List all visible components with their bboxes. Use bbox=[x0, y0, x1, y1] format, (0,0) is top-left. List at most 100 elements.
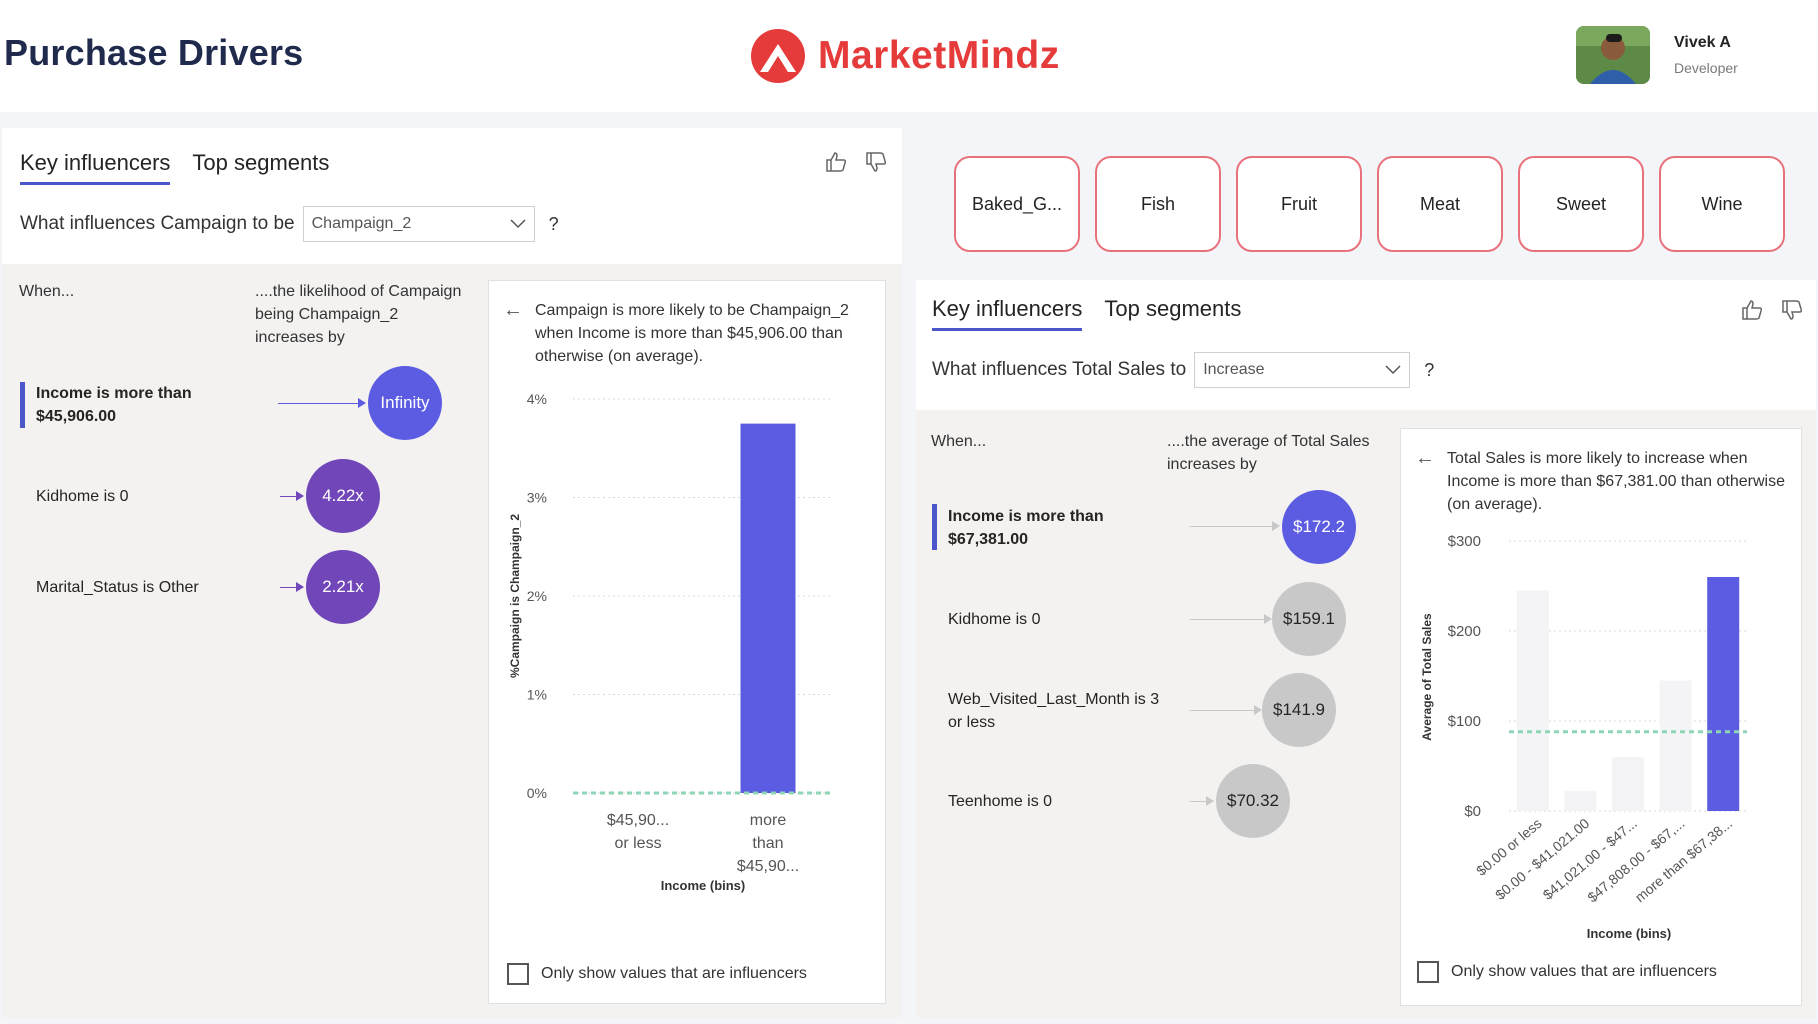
influence-bubble[interactable]: 2.21x bbox=[306, 550, 380, 624]
bar bbox=[1659, 680, 1692, 811]
y-tick-label: $0 bbox=[1464, 803, 1481, 820]
key-influencers-visual-campaign: Key influencers Top segments What influe… bbox=[2, 128, 902, 1018]
tab-top-segments[interactable]: Top segments bbox=[1104, 296, 1241, 331]
dropdown-value: Champaign_2 bbox=[311, 215, 412, 232]
bar bbox=[1516, 590, 1549, 811]
influence-arrow bbox=[278, 403, 358, 404]
column-likelihood-label: ....the likelihood of Campaign being Cha… bbox=[255, 283, 462, 346]
y-tick-label: 4% bbox=[527, 391, 547, 407]
arrow-head bbox=[1272, 521, 1280, 531]
user-role: Developer bbox=[1674, 60, 1738, 76]
target-value-dropdown[interactable]: Increase bbox=[1194, 352, 1411, 388]
detail-description: Campaign is more likely to be Champaign_… bbox=[535, 302, 849, 365]
detail-description: Total Sales is more likely to increase w… bbox=[1447, 450, 1785, 513]
influencer-item-label[interactable]: Kidhome is 0 bbox=[36, 485, 129, 508]
back-arrow-icon[interactable]: ← bbox=[1415, 447, 1435, 470]
feedback-buttons bbox=[1740, 298, 1804, 322]
back-arrow-icon[interactable]: ← bbox=[503, 299, 523, 322]
influencers-only-checkbox[interactable] bbox=[1417, 961, 1439, 983]
x-tick-label: more than $45,90... bbox=[737, 812, 799, 875]
influencer-item-label[interactable]: Income is more than $67,381.00 bbox=[948, 505, 1148, 551]
thumbs-down-icon[interactable] bbox=[1780, 298, 1804, 322]
y-tick-label: 1% bbox=[527, 687, 547, 703]
bar bbox=[1612, 757, 1644, 811]
brand: MarketMindz bbox=[750, 28, 1060, 84]
arrow-head bbox=[296, 491, 304, 501]
visual-header: Key influencers Top segments What influe… bbox=[2, 128, 902, 264]
influence-arrow bbox=[1190, 619, 1266, 620]
chevron-down-icon bbox=[1385, 365, 1401, 375]
question-text: What influences Total Sales to bbox=[932, 359, 1187, 380]
category-button[interactable]: Wine bbox=[1659, 156, 1785, 252]
thumbs-up-icon[interactable] bbox=[1740, 298, 1764, 322]
y-axis-title: %Campaign is Champaign_2 bbox=[508, 514, 522, 678]
tab-bar: Key influencers Top segments bbox=[20, 150, 329, 185]
influence-arrow bbox=[1190, 710, 1256, 711]
x-axis-title: Income (bins) bbox=[1587, 926, 1672, 941]
influence-bubble[interactable]: Infinity bbox=[368, 366, 442, 440]
influence-arrow bbox=[1190, 526, 1276, 527]
influencer-item-label[interactable]: Income is more than $45,906.00 bbox=[36, 382, 236, 428]
influencer-detail-panel: ← Campaign is more likely to be Champaig… bbox=[488, 280, 886, 1004]
influence-bubble[interactable]: $172.2 bbox=[1282, 490, 1356, 564]
influencer-detail-panel: ← Total Sales is more likely to increase… bbox=[1400, 428, 1802, 1006]
tab-top-segments[interactable]: Top segments bbox=[192, 150, 329, 185]
page-title: Purchase Drivers bbox=[4, 32, 304, 73]
tab-key-influencers[interactable]: Key influencers bbox=[932, 296, 1083, 331]
arrow-head bbox=[1264, 614, 1272, 624]
influencer-item-label[interactable]: Kidhome is 0 bbox=[948, 608, 1041, 631]
tab-bar: Key influencers Top segments bbox=[932, 296, 1241, 331]
influence-question: What influences Total Sales to Increase … bbox=[932, 352, 1434, 388]
detail-chart: 4% 3% 2% 1% 0% $45,90... or less more than $45,90… bbox=[508, 391, 833, 893]
y-tick-label: $100 bbox=[1448, 713, 1481, 730]
selected-indicator bbox=[932, 504, 937, 550]
influencer-item-label[interactable]: Teenhome is 0 bbox=[948, 790, 1052, 813]
y-axis-title: Average of Total Sales bbox=[1420, 613, 1434, 741]
arrow-head bbox=[1254, 705, 1262, 715]
bar bbox=[1564, 791, 1597, 811]
checkbox-label: Only show values that are influencers bbox=[1451, 963, 1717, 980]
page-header: Purchase Drivers MarketMindz Vivek A Dev… bbox=[0, 0, 1818, 112]
thumbs-up-icon[interactable] bbox=[824, 150, 848, 174]
influence-bubble[interactable]: 4.22x bbox=[306, 459, 380, 533]
influencer-item-label[interactable]: Web_Visited_Last_Month is 3 or less bbox=[948, 688, 1168, 734]
column-when-label: When... bbox=[19, 283, 75, 300]
brand-logo-icon bbox=[751, 29, 805, 83]
column-when-label: When... bbox=[931, 433, 987, 450]
x-tick-label: $45,90... or less bbox=[607, 812, 669, 852]
influence-bubble[interactable]: $159.1 bbox=[1272, 582, 1346, 656]
thumbs-down-icon[interactable] bbox=[864, 150, 888, 174]
influence-bubble[interactable]: $70.32 bbox=[1216, 764, 1290, 838]
influence-arrow bbox=[280, 496, 296, 497]
avatar[interactable] bbox=[1576, 26, 1650, 84]
target-value-dropdown[interactable]: Champaign_2 bbox=[302, 206, 535, 242]
category-button[interactable]: Baked_G... bbox=[954, 156, 1080, 252]
checkbox-label: Only show values that are influencers bbox=[541, 965, 807, 982]
bar bbox=[740, 423, 796, 793]
visual-header: Key influencers Top segments What influe… bbox=[916, 280, 1816, 410]
column-average-label: ....the average of Total Sales increases… bbox=[1167, 433, 1370, 473]
arrow-head bbox=[358, 398, 366, 408]
arrow-head bbox=[296, 582, 304, 592]
category-button[interactable]: Fruit bbox=[1236, 156, 1362, 252]
dropdown-value: Increase bbox=[1203, 361, 1265, 378]
avatar-image bbox=[1576, 26, 1650, 84]
y-tick-label: 2% bbox=[527, 588, 547, 604]
user-name: Vivek A bbox=[1674, 34, 1731, 51]
y-tick-label: 3% bbox=[527, 490, 547, 506]
category-button[interactable]: Fish bbox=[1095, 156, 1221, 252]
influencer-item-label[interactable]: Marital_Status is Other bbox=[36, 576, 199, 599]
help-question-mark[interactable]: ? bbox=[549, 214, 559, 235]
tab-key-influencers[interactable]: Key influencers bbox=[20, 150, 171, 185]
influencers-only-checkbox[interactable] bbox=[507, 963, 529, 985]
influence-bubble[interactable]: $141.9 bbox=[1262, 673, 1336, 747]
category-button[interactable]: Sweet bbox=[1518, 156, 1644, 252]
brand-name: MarketMindz bbox=[818, 34, 1060, 77]
arrow-head bbox=[1206, 796, 1214, 806]
y-tick-label: $200 bbox=[1448, 623, 1481, 640]
help-question-mark[interactable]: ? bbox=[1424, 360, 1434, 381]
question-text: What influences Campaign to be bbox=[20, 213, 295, 234]
y-tick-label: 0% bbox=[527, 785, 547, 801]
category-button[interactable]: Meat bbox=[1377, 156, 1503, 252]
detail-chart: $300$200$100$0$0.00 or less$0.00 - $41,0… bbox=[1420, 533, 1747, 941]
